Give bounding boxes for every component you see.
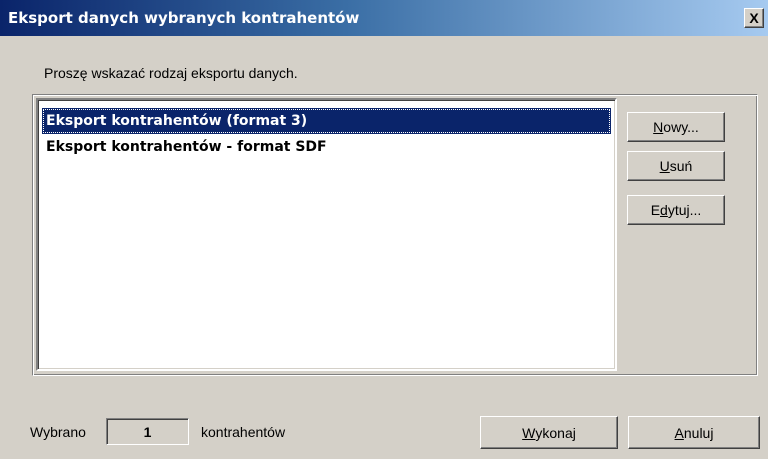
close-button[interactable]: X xyxy=(744,8,764,28)
selected-prefix-label: Wybrano xyxy=(30,424,86,440)
window-title: Eksport danych wybranych kontrahentów xyxy=(8,9,360,27)
execute-button-mnemonic: W xyxy=(522,424,536,441)
close-icon: X xyxy=(749,10,759,26)
export-format-list[interactable]: Eksport kontrahentów (format 3) Eksport … xyxy=(36,98,617,371)
instruction-text: Proszę wskazać rodzaj eksportu danych. xyxy=(44,65,298,81)
title-bar[interactable]: Eksport danych wybranych kontrahentów X xyxy=(0,0,768,36)
selected-count-field: 1 xyxy=(106,418,189,445)
edit-button-mnemonic: d xyxy=(660,202,668,218)
cancel-button[interactable]: Anuluj xyxy=(628,416,760,449)
new-button-label: owy... xyxy=(663,119,699,135)
edit-button-label: ytuj... xyxy=(667,202,702,218)
execute-button-label: ykonaj xyxy=(535,424,576,441)
cancel-button-label: nuluj xyxy=(683,424,714,441)
edit-button-prefix: E xyxy=(650,202,661,218)
list-item-format-sdf[interactable]: Eksport kontrahentów - format SDF xyxy=(42,134,611,160)
selected-suffix-label: kontrahentów xyxy=(201,424,286,440)
new-button-mnemonic: N xyxy=(653,119,664,135)
list-item-format-3[interactable]: Eksport kontrahentów (format 3) xyxy=(42,108,611,134)
delete-button[interactable]: Usuń xyxy=(627,151,725,181)
edit-button[interactable]: Ed ytuj... xyxy=(627,195,725,225)
new-button[interactable]: Nowy... xyxy=(627,112,725,142)
delete-button-label: suń xyxy=(669,158,693,174)
execute-button[interactable]: Wykonaj xyxy=(480,416,618,449)
delete-button-mnemonic: U xyxy=(659,158,670,174)
cancel-button-mnemonic: A xyxy=(674,424,684,441)
